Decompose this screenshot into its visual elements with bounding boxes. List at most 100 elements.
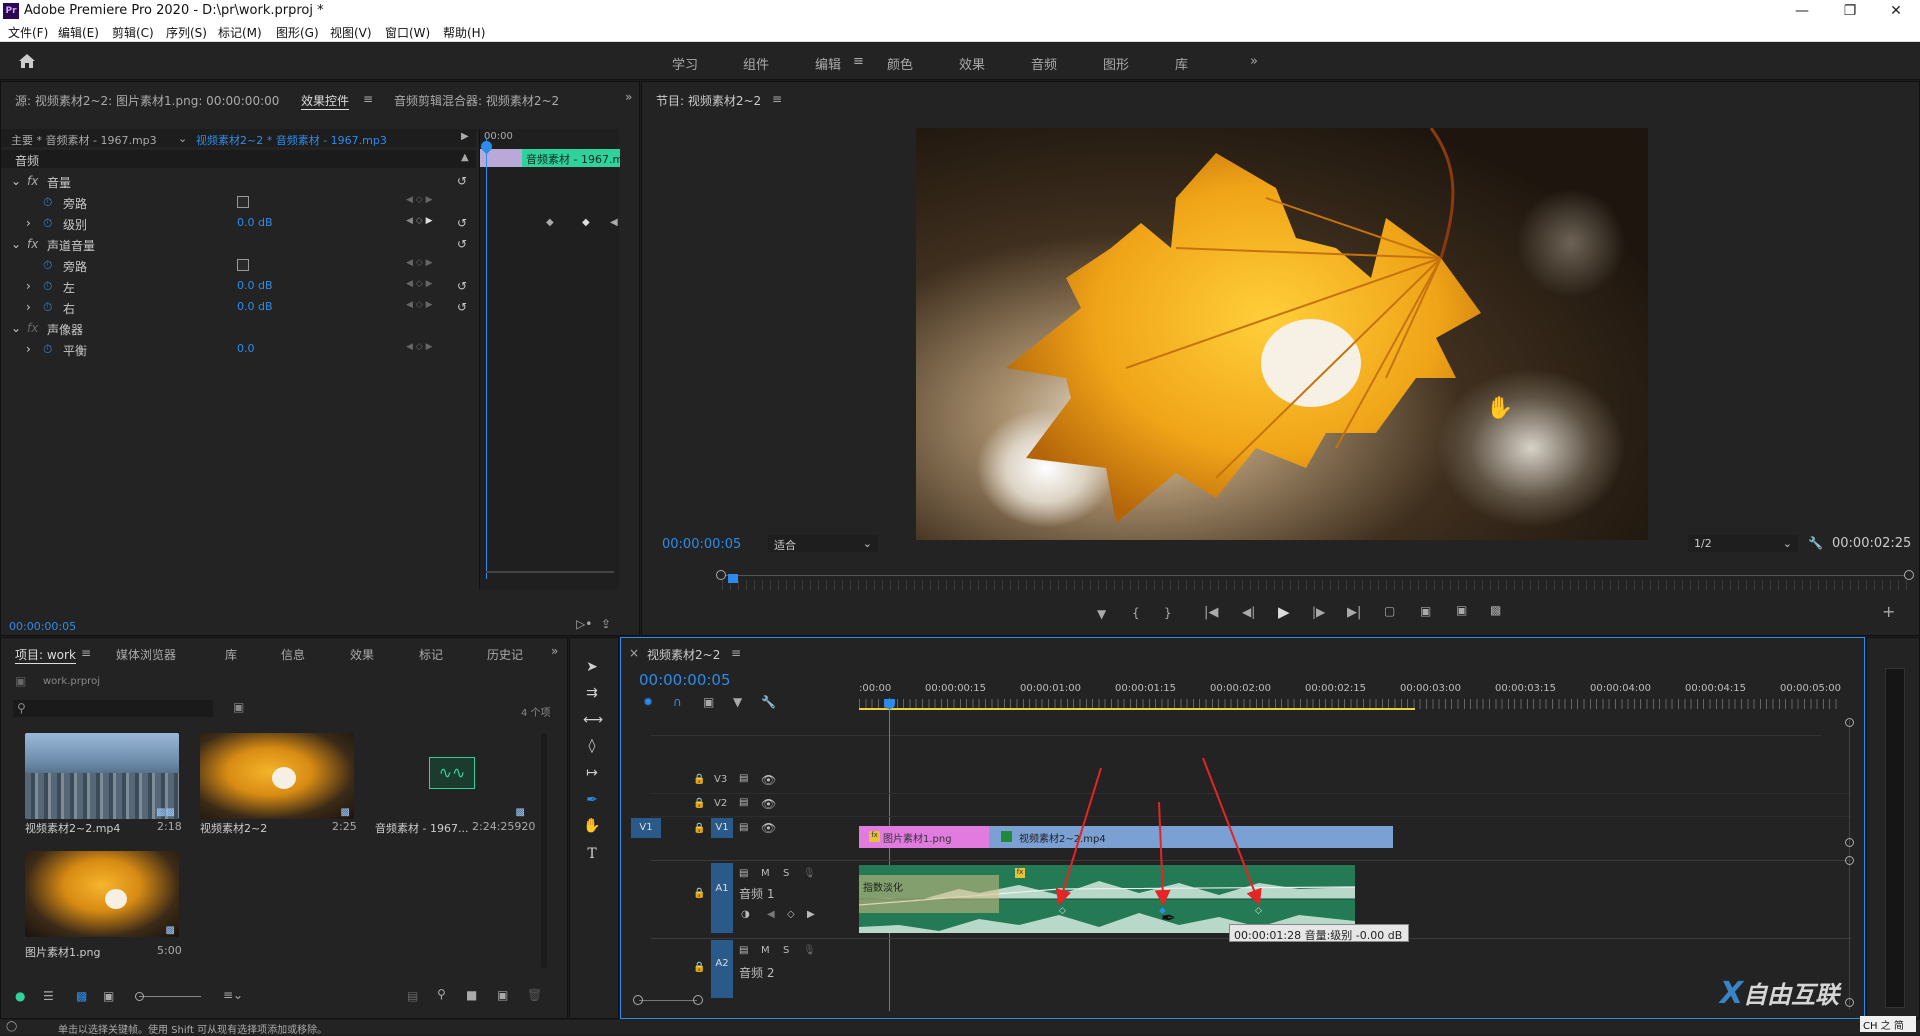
prop-row-left[interactable]: › ⏱ 左 0.0 dB ◀ ◇ ▶ ↺: [1, 276, 476, 296]
program-scrubber[interactable]: [722, 575, 1912, 576]
keyframe-nav-icon[interactable]: ◀ ◇ ▶: [406, 216, 433, 226]
sync-lock-icon[interactable]: ▤: [739, 945, 748, 956]
stopwatch-icon[interactable]: ⏱: [43, 216, 52, 231]
source-patch-v1[interactable]: V1: [631, 818, 661, 838]
menu-clip[interactable]: 剪辑(C): [112, 24, 154, 41]
sync-lock-icon[interactable]: ▤: [739, 773, 748, 784]
thumb-audio[interactable]: ∿∿ ▩: [375, 733, 529, 819]
list-view-icon[interactable]: ☰: [43, 989, 54, 1003]
reset-icon[interactable]: ↺: [457, 300, 467, 314]
track-target-a2[interactable]: A2: [711, 940, 733, 998]
keyframe-nav-icon[interactable]: ◀ ◇ ▶: [406, 258, 433, 268]
bypass-checkbox[interactable]: [237, 259, 249, 271]
mic-icon[interactable]: 🎙: [803, 945, 816, 956]
left-value[interactable]: 0.0 dB: [237, 279, 273, 292]
next-keyframe-icon[interactable]: ▶: [807, 909, 815, 920]
chevron-right-icon[interactable]: ›: [26, 279, 31, 293]
effect-row-panner[interactable]: ⌄ fx 声像器: [1, 318, 476, 338]
export-icon[interactable]: ⇪: [601, 617, 611, 631]
menu-edit[interactable]: 编辑(E): [58, 24, 99, 41]
mic-icon[interactable]: 🎙: [803, 868, 816, 879]
tab-effects[interactable]: 效果: [350, 646, 374, 663]
keyframe-nav-icon[interactable]: ◀ ◇ ▶: [406, 342, 433, 352]
track-target-v1[interactable]: V1: [711, 818, 733, 838]
sync-lock-icon[interactable]: ▤: [739, 822, 748, 833]
track-header-v1[interactable]: V1 🔒 V1 ▤ 👁: [631, 818, 861, 840]
sync-lock-icon[interactable]: ▤: [739, 868, 748, 879]
menu-marker[interactable]: 标记(M): [218, 24, 262, 41]
bypass-checkbox[interactable]: [237, 196, 249, 208]
panel-overflow-icon[interactable]: »: [551, 644, 558, 658]
tab-project[interactable]: 项目: work: [15, 646, 76, 664]
tab-info[interactable]: 信息: [281, 646, 305, 663]
close-sequence-icon[interactable]: ×: [629, 646, 639, 660]
volume-knob-icon[interactable]: ◑: [741, 909, 750, 920]
reset-icon[interactable]: ↺: [457, 237, 467, 251]
work-area-bar[interactable]: [859, 708, 1415, 710]
fx-icon[interactable]: fx: [27, 174, 38, 188]
linked-selection-icon[interactable]: ▣: [703, 695, 714, 709]
home-icon[interactable]: [18, 53, 36, 69]
prop-row-bypass[interactable]: ⏱ 旁路 ◀ ◇ ▶: [1, 192, 476, 212]
clear-icon[interactable]: 🗑: [527, 988, 542, 1002]
workspace-color[interactable]: 颜色: [887, 54, 913, 73]
horizontal-scrollbar[interactable]: [639, 1000, 697, 1001]
chevron-right-icon[interactable]: ›: [26, 216, 31, 230]
prev-keyframe-icon[interactable]: ◀: [767, 909, 775, 920]
effect-mini-timeline[interactable]: 00:00 音频素材 - 1967.m ◆ ◆ ◀: [478, 129, 620, 589]
stopwatch-icon[interactable]: ⏱: [43, 195, 52, 210]
thumb-sequence[interactable]: ▩: [200, 733, 354, 819]
menu-sequence[interactable]: 序列(S): [166, 24, 207, 41]
panel-menu-icon[interactable]: ≡: [81, 646, 91, 660]
panel-menu-icon[interactable]: ≡: [731, 646, 741, 660]
add-button-icon[interactable]: +: [1882, 602, 1895, 621]
lock-icon[interactable]: 🔒: [693, 962, 705, 973]
freeform-view-icon[interactable]: ▣: [103, 989, 114, 1003]
menu-graphics[interactable]: 图形(G): [276, 24, 319, 41]
track-header-v3[interactable]: 🔒 V3 ▤ 👁: [651, 770, 861, 790]
track-header-a2[interactable]: 🔒 A2 ▤ M S 🎙 音频 2: [651, 940, 861, 1000]
go-to-out-icon[interactable]: ▶|: [1347, 605, 1361, 620]
keyframe-diamond-icon[interactable]: ◀: [610, 217, 618, 228]
menu-help[interactable]: 帮助(H): [443, 24, 485, 41]
keyframe-diamond-icon[interactable]: ◆: [546, 217, 554, 228]
stopwatch-icon[interactable]: ⏱: [43, 342, 52, 357]
menu-view[interactable]: 视图(V): [330, 24, 372, 41]
razor-tool-icon[interactable]: ◊: [583, 738, 601, 756]
program-video-frame[interactable]: ✋: [916, 128, 1648, 540]
hand-tool-icon[interactable]: ✋: [583, 818, 601, 836]
sequence-tab[interactable]: 视频素材2~2: [647, 646, 720, 663]
menu-file[interactable]: 文件(F): [8, 24, 48, 41]
workspace-audio[interactable]: 音频: [1031, 54, 1057, 73]
workspace-overflow-icon[interactable]: »: [1250, 54, 1258, 69]
scroll-up-icon[interactable]: ▲: [461, 152, 469, 163]
lock-icon[interactable]: 🔒: [693, 798, 705, 809]
master-clip-label[interactable]: 主要 * 音频素材 - 1967.mp3: [11, 132, 157, 148]
play-icon[interactable]: ▶: [1278, 603, 1290, 621]
program-timecode[interactable]: 00:00:00:05: [662, 537, 741, 552]
reset-icon[interactable]: ↺: [457, 174, 467, 188]
tab-libraries[interactable]: 库: [225, 646, 237, 663]
tab-source[interactable]: 源: 视频素材2~2: 图片素材1.png: 00:00:00:00: [15, 92, 279, 109]
mute-button[interactable]: M: [761, 868, 770, 879]
zoom-handle[interactable]: [1845, 718, 1854, 727]
eye-icon[interactable]: 👁: [761, 821, 776, 835]
effect-timecode[interactable]: 00:00:00:05: [9, 620, 76, 633]
fx-icon[interactable]: fx: [27, 321, 38, 335]
track-target-a1[interactable]: A1: [711, 863, 733, 933]
lock-icon[interactable]: 🔒: [693, 774, 705, 785]
slip-tool-icon[interactable]: ↦: [583, 765, 601, 783]
workspace-assembly[interactable]: 组件: [743, 54, 769, 73]
workspace-effects[interactable]: 效果: [959, 54, 985, 73]
track-header-v2[interactable]: 🔒 V2 ▤ 👁: [651, 794, 861, 814]
lock-icon[interactable]: 🔒: [693, 823, 705, 834]
mini-clip[interactable]: 音频素材 - 1967.m: [522, 149, 620, 167]
vertical-zoom-track[interactable]: [1849, 720, 1850, 1010]
export-frame-icon[interactable]: ▷•: [576, 617, 592, 631]
panel-menu-icon[interactable]: ≡: [363, 92, 373, 106]
chevron-down-icon[interactable]: ⌄: [178, 132, 187, 145]
scroll-start-handle[interactable]: [633, 995, 643, 1005]
new-item-icon[interactable]: ▣: [497, 988, 508, 1002]
reset-icon[interactable]: ↺: [457, 279, 467, 293]
minimize-button[interactable]: —: [1782, 0, 1822, 22]
